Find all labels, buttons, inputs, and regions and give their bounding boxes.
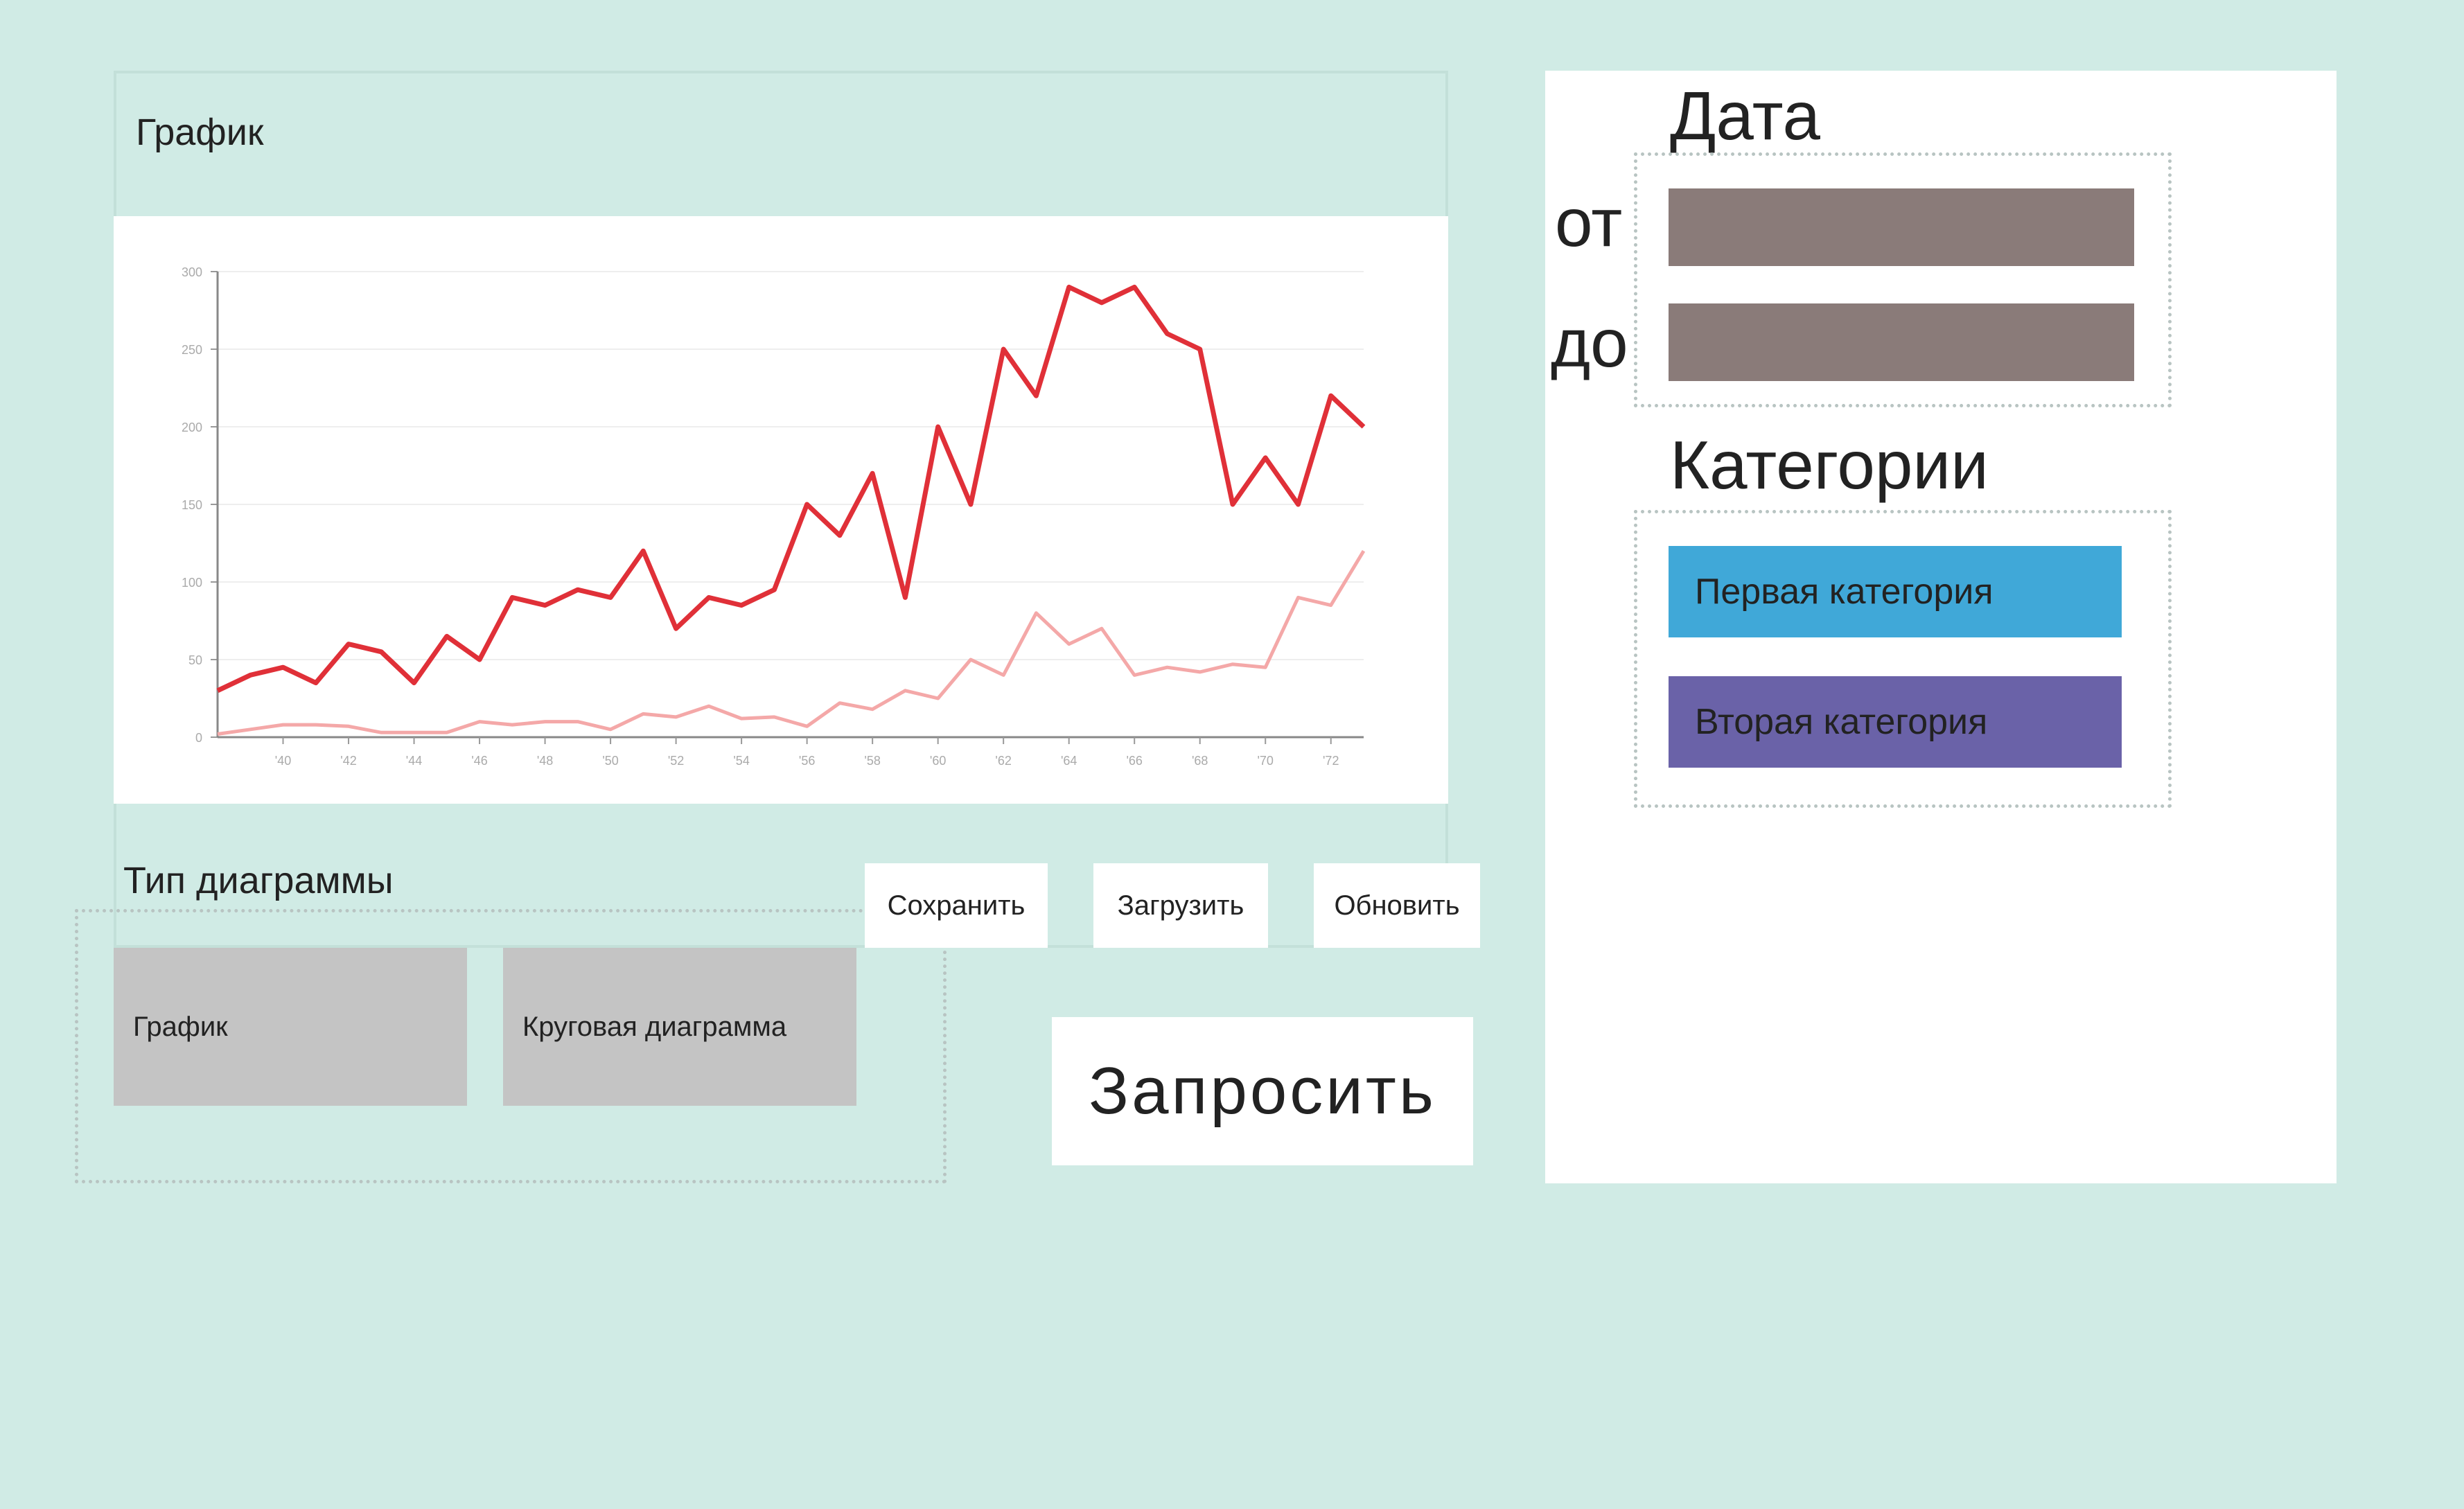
request-button[interactable]: Запросить	[1052, 1017, 1473, 1165]
x-tick-label: '52	[668, 754, 684, 768]
category-first-button[interactable]: Первая категория	[1669, 546, 2122, 637]
y-tick-label: 200	[182, 421, 202, 434]
chart-type-line-button[interactable]: График	[114, 948, 467, 1106]
chart-panel-title: График	[136, 112, 264, 153]
x-tick-label: '70	[1257, 754, 1273, 768]
x-tick-label: '48	[537, 754, 553, 768]
chart-type-label: Тип диаграммы	[123, 860, 394, 901]
x-tick-label: '58	[864, 754, 880, 768]
x-tick-label: '40	[275, 754, 291, 768]
date-from-label: от	[1555, 184, 1623, 261]
x-tick-label: '72	[1323, 754, 1339, 768]
x-tick-label: '64	[1061, 754, 1077, 768]
x-tick-label: '42	[340, 754, 356, 768]
x-tick-label: '62	[995, 754, 1011, 768]
date-from-input[interactable]	[1669, 188, 2134, 266]
x-tick-label: '60	[930, 754, 946, 768]
date-to-label: до	[1551, 305, 1628, 381]
y-tick-label: 300	[182, 265, 202, 279]
x-tick-label: '68	[1192, 754, 1208, 768]
y-tick-label: 50	[188, 653, 202, 667]
x-tick-label: '50	[602, 754, 618, 768]
x-tick-label: '44	[406, 754, 422, 768]
save-button[interactable]: Сохранить	[865, 863, 1048, 948]
series-line	[216, 284, 1366, 693]
x-tick-label: '66	[1126, 754, 1142, 768]
load-button[interactable]: Загрузить	[1093, 863, 1268, 948]
chart-type-pie-button[interactable]: Круговая диаграмма	[503, 948, 856, 1106]
line-chart: 0 50 100 150 200 250 300 '40 '42 '44 '46 '48 '50 '52 '…	[182, 265, 1366, 768]
series-line	[217, 549, 1366, 736]
x-tick-label: '46	[471, 754, 487, 768]
category-second-button[interactable]: Вторая категория	[1669, 676, 2122, 768]
y-tick-label: 250	[182, 343, 202, 357]
x-tick-label: '56	[799, 754, 815, 768]
x-tick-label: '54	[733, 754, 749, 768]
y-tick-label: 100	[182, 576, 202, 590]
date-title: Дата	[1670, 78, 1821, 154]
y-tick-label: 0	[195, 731, 202, 745]
categories-title: Категории	[1670, 427, 1989, 503]
refresh-button[interactable]: Обновить	[1314, 863, 1480, 948]
y-tick-label: 150	[182, 498, 202, 512]
date-to-input[interactable]	[1669, 303, 2134, 381]
